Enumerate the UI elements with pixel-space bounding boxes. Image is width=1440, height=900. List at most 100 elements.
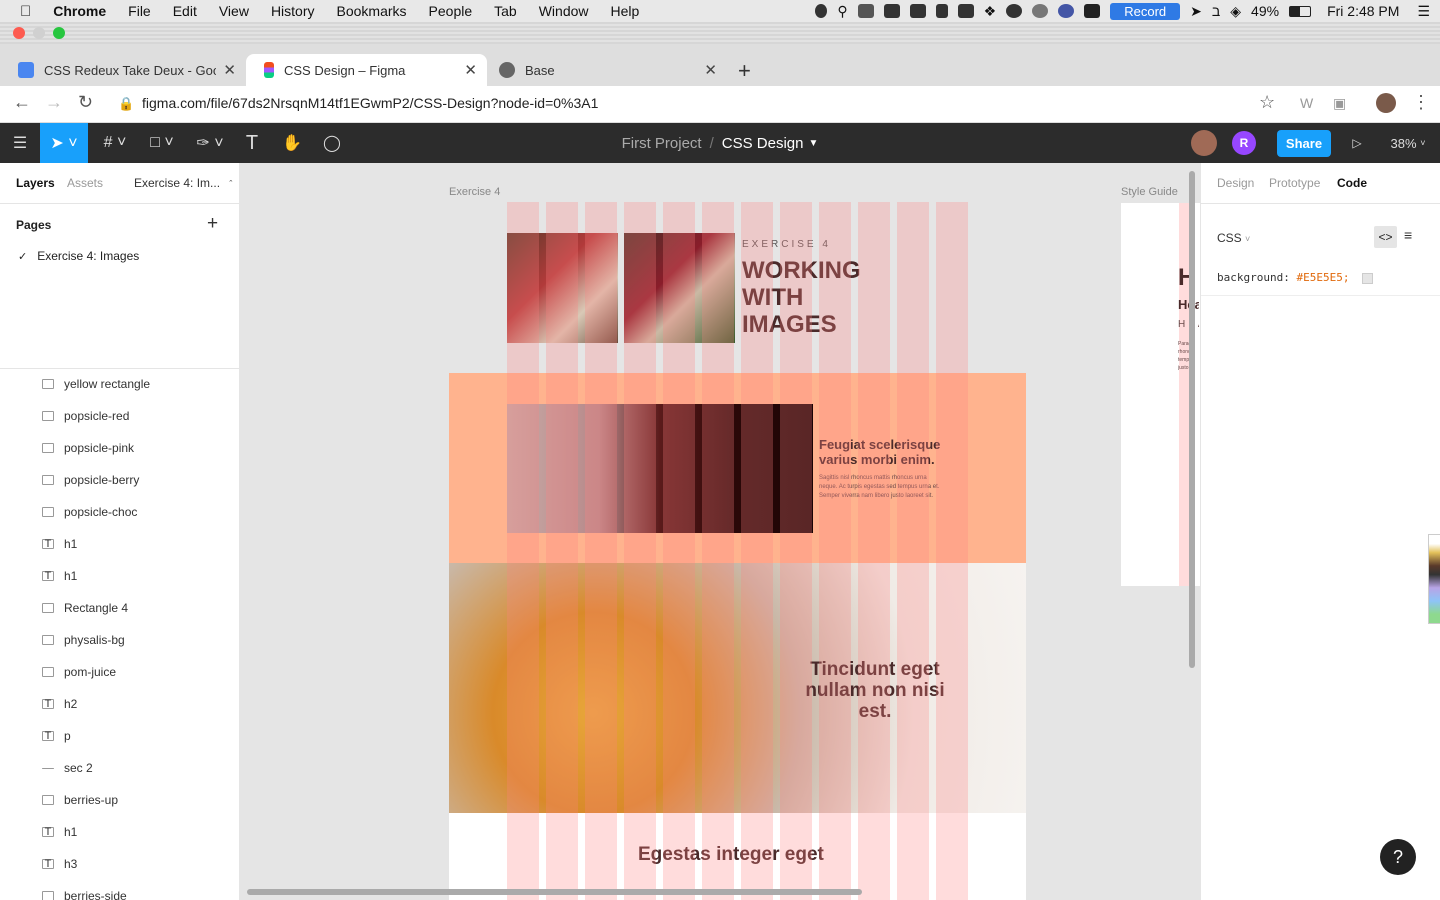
menu-window[interactable]: Window	[528, 3, 600, 19]
menu-app-name[interactable]: Chrome	[42, 3, 117, 19]
help-button[interactable]: ?	[1380, 839, 1416, 875]
text-icon: T	[42, 826, 54, 838]
tab-assets[interactable]: Assets	[67, 176, 103, 190]
new-tab-icon[interactable]: +	[738, 58, 751, 84]
collaborator-avatar[interactable]	[1191, 130, 1217, 156]
record-button[interactable]: Record	[1110, 2, 1181, 20]
close-window-button[interactable]	[13, 27, 25, 39]
zoom-level[interactable]: 38% ˅	[1384, 123, 1432, 163]
code-view-toggle-icon[interactable]: <>	[1374, 226, 1397, 248]
bluetooth-icon[interactable]: ב	[1212, 3, 1220, 19]
tab-google-doc[interactable]: CSS Redeux Take Deux - Goog ✕	[0, 54, 246, 86]
apple-icon[interactable]: 	[0, 3, 42, 20]
frame-label[interactable]: Exercise 4	[449, 186, 500, 198]
layer-item-label: Rectangle 4	[64, 601, 129, 615]
globe-icon	[499, 62, 515, 78]
share-button[interactable]: Share	[1277, 130, 1331, 157]
airplay-icon[interactable]	[857, 4, 874, 18]
checkmark-icon: ✓	[18, 250, 28, 263]
kangaroo-icon[interactable]: ➤	[1190, 3, 1202, 20]
tab-code[interactable]: Code	[1337, 176, 1367, 190]
url-field[interactable]: figma.com/file/67ds2NrsqnM14tf1EGwmP2/CS…	[142, 95, 598, 111]
list-view-icon[interactable]: ≡	[1404, 227, 1412, 243]
tab-design[interactable]: Design	[1217, 176, 1254, 190]
menu-file[interactable]: File	[117, 3, 162, 19]
tab-layers[interactable]: Layers	[16, 176, 55, 190]
screenshot-icon[interactable]: ▣	[1333, 95, 1346, 112]
tab-prototype[interactable]: Prototype	[1269, 176, 1320, 190]
bookmark-star-icon[interactable]: ☆	[1259, 92, 1275, 113]
present-icon[interactable]: ▷	[1344, 123, 1370, 163]
camera-icon[interactable]	[883, 4, 900, 18]
canvas[interactable]: Exercise 4 Style Guide EXERCISE 4 WORKIN…	[240, 163, 1200, 900]
layer-item[interactable]: physalis-bg	[0, 624, 240, 656]
layer-item[interactable]: yellow rectangle	[0, 368, 240, 400]
page-selector[interactable]: Exercise 4: Im... ˆ	[134, 176, 232, 190]
spotlight-icon[interactable]: ⚲	[837, 3, 847, 20]
text-icon: T	[42, 730, 54, 742]
layer-item[interactable]: berries-side	[0, 880, 240, 900]
color-palette-plugin-icon[interactable]	[1428, 534, 1440, 624]
creative-cloud-icon[interactable]	[1006, 4, 1023, 18]
notification-center-icon[interactable]: ☰	[1417, 3, 1430, 20]
chrome-menu-icon[interactable]: ⋮	[1412, 92, 1430, 113]
style-guide-label[interactable]: Style Guide	[1121, 186, 1178, 198]
user-avatar[interactable]: R	[1232, 131, 1256, 155]
chrome-ext-icon[interactable]	[1032, 4, 1049, 18]
close-box-icon[interactable]	[1084, 4, 1101, 18]
menu-history[interactable]: History	[260, 3, 326, 19]
close-tab-icon[interactable]: ✕	[704, 61, 717, 79]
file-name[interactable]: CSS Design	[722, 135, 804, 152]
layer-item[interactable]: Tp	[0, 720, 240, 752]
chevron-down-icon[interactable]: ▼	[808, 138, 818, 149]
layer-item[interactable]: Th1	[0, 560, 240, 592]
grid-column	[663, 202, 695, 900]
zoom-icon[interactable]	[909, 4, 926, 18]
tab-base[interactable]: Base ✕	[481, 54, 727, 86]
back-icon[interactable]: ←	[13, 92, 31, 113]
layer-item[interactable]: popsicle-red	[0, 400, 240, 432]
layer-item[interactable]: pom-juice	[0, 656, 240, 688]
user-icon[interactable]	[815, 4, 828, 18]
menu-edit[interactable]: Edit	[162, 3, 208, 19]
horizontal-scrollbar[interactable]	[247, 889, 862, 895]
close-tab-icon[interactable]: ✕	[464, 61, 477, 79]
layer-item[interactable]: berries-up	[0, 784, 240, 816]
forward-icon[interactable]: →	[45, 92, 63, 113]
layer-item[interactable]: sec 2	[0, 752, 240, 784]
zoom-window-button[interactable]	[53, 27, 65, 39]
add-page-icon[interactable]: +	[207, 213, 218, 235]
paypal-icon[interactable]	[935, 4, 948, 18]
language-select[interactable]: CSS ˅	[1217, 231, 1250, 245]
layer-item[interactable]: Rectangle 4	[0, 592, 240, 624]
dropbox-icon[interactable]: ❖	[984, 3, 997, 20]
layer-item[interactable]: Th1	[0, 528, 240, 560]
profile-avatar[interactable]	[1376, 93, 1396, 113]
menu-bookmarks[interactable]: Bookmarks	[326, 3, 418, 19]
page-item[interactable]: ✓ Exercise 4: Images	[0, 243, 240, 269]
layer-item[interactable]: popsicle-choc	[0, 496, 240, 528]
project-name[interactable]: First Project	[622, 135, 702, 152]
menu-help[interactable]: Help	[600, 3, 651, 19]
minimize-window-button[interactable]	[33, 27, 45, 39]
layer-item[interactable]: popsicle-pink	[0, 432, 240, 464]
siri-icon[interactable]	[1058, 4, 1075, 18]
clock[interactable]: Fri 2:48 PM	[1327, 3, 1399, 19]
panel-divider	[1201, 203, 1440, 204]
layer-item[interactable]: Th1	[0, 816, 240, 848]
layer-item[interactable]: Th3	[0, 848, 240, 880]
menu-people[interactable]: People	[418, 3, 484, 19]
inbox-icon[interactable]	[957, 4, 974, 18]
vertical-scrollbar[interactable]	[1189, 171, 1195, 668]
battery-icon[interactable]	[1289, 5, 1312, 17]
menu-view[interactable]: View	[208, 3, 260, 19]
reload-icon[interactable]: ↻	[78, 92, 93, 113]
menu-tab[interactable]: Tab	[483, 3, 528, 19]
layer-item[interactable]: popsicle-berry	[0, 464, 240, 496]
close-tab-icon[interactable]: ✕	[223, 61, 236, 79]
tab-figma[interactable]: CSS Design – Figma ✕	[246, 54, 487, 86]
code-line[interactable]: background: #E5E5E5;	[1217, 271, 1374, 284]
extension-w-icon[interactable]: W	[1300, 95, 1313, 111]
wifi-icon[interactable]: ◈	[1230, 3, 1241, 20]
layer-item[interactable]: Th2	[0, 688, 240, 720]
